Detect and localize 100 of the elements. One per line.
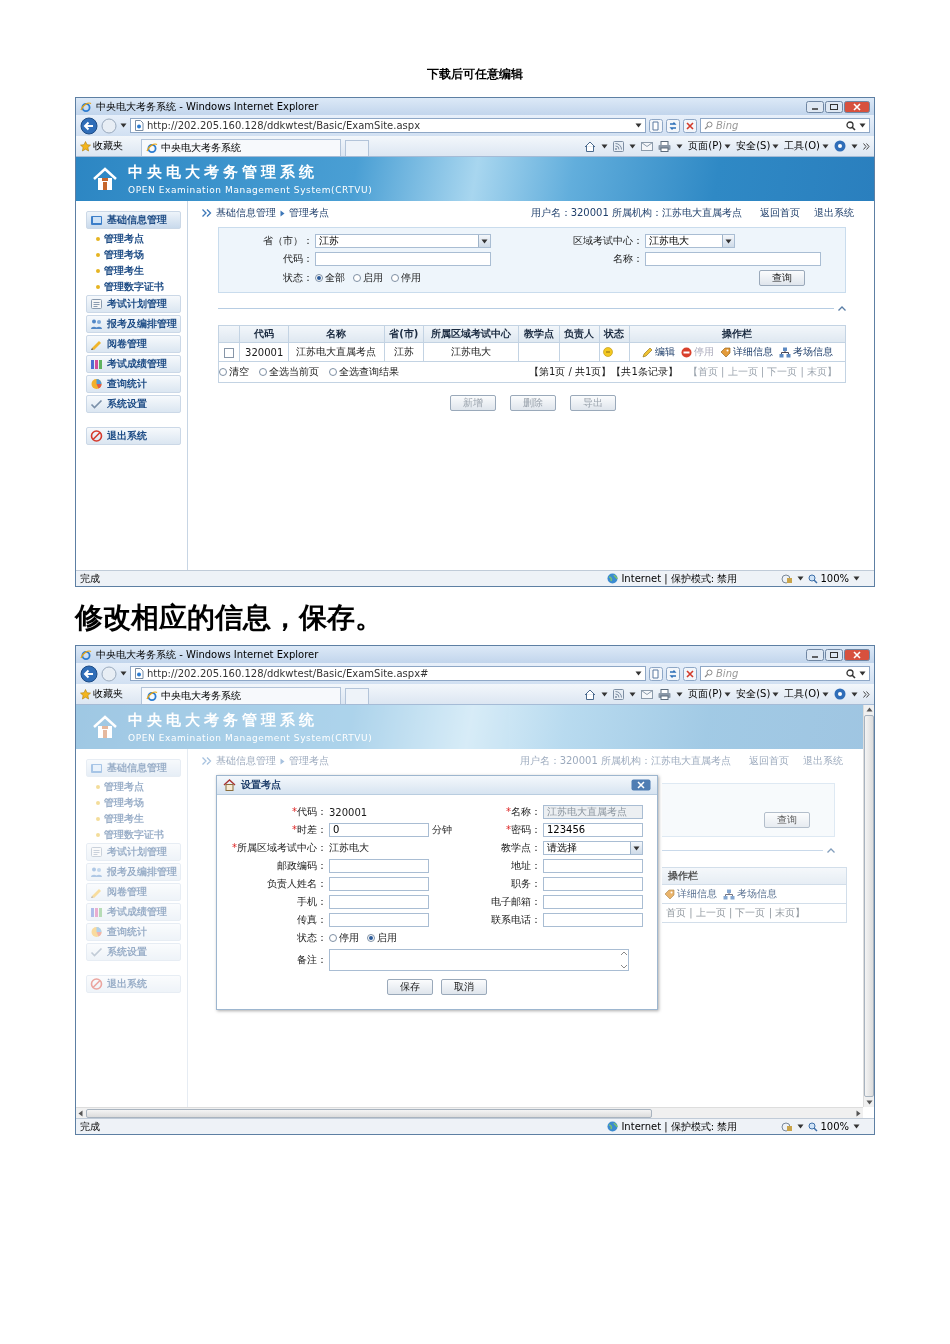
- action-link[interactable]: 编辑: [641, 345, 675, 359]
- caret-icon[interactable]: [629, 143, 637, 149]
- input-field[interactable]: [329, 859, 429, 873]
- printer-icon[interactable]: [658, 140, 672, 152]
- caret-icon[interactable]: [601, 143, 609, 149]
- radio-button[interactable]: 启用: [367, 931, 397, 945]
- maximize-button[interactable]: [825, 648, 843, 661]
- favorites-button[interactable]: 收藏夹: [80, 139, 123, 153]
- caret-icon[interactable]: [635, 123, 642, 128]
- zoom-button[interactable]: 100%: [808, 573, 849, 584]
- stop-icon[interactable]: [683, 118, 697, 133]
- caret-icon[interactable]: [797, 576, 805, 581]
- caret-icon[interactable]: [853, 1124, 860, 1129]
- sidebar-item[interactable]: 管理考生: [104, 264, 144, 278]
- caret-icon[interactable]: [851, 143, 858, 149]
- vertical-scrollbar[interactable]: [863, 705, 874, 1107]
- caret-icon[interactable]: [601, 691, 609, 697]
- checkbox[interactable]: [224, 347, 234, 358]
- input-field[interactable]: [543, 895, 643, 909]
- radio-button[interactable]: 全部: [315, 271, 345, 285]
- home-icon[interactable]: [584, 140, 597, 152]
- radio-button[interactable]: 全选当前页: [259, 365, 319, 379]
- radio-button[interactable]: 全选查询结果: [329, 365, 399, 379]
- breadcrumb-link[interactable]: 基础信息管理: [216, 206, 276, 220]
- input-field[interactable]: [329, 913, 429, 927]
- home-icon[interactable]: [584, 688, 597, 700]
- menu-button[interactable]: 工具(O): [784, 139, 829, 153]
- printer-icon[interactable]: [658, 688, 672, 700]
- action-link[interactable]: 详细信息: [719, 345, 773, 359]
- dialog-button[interactable]: 取消: [441, 979, 487, 995]
- input-field[interactable]: [315, 252, 491, 266]
- chevron-up-icon[interactable]: [838, 305, 846, 311]
- caret-icon[interactable]: [120, 671, 127, 676]
- action-link[interactable]: 考场信息: [778, 345, 833, 359]
- arrow-down-icon[interactable]: [865, 1100, 873, 1105]
- dropdown[interactable]: 请选择: [543, 841, 643, 855]
- help-icon[interactable]: [834, 688, 846, 700]
- menu-button[interactable]: 安全(S): [736, 687, 780, 701]
- arrow-right-icon[interactable]: [856, 1109, 861, 1117]
- menu-button[interactable]: 安全(S): [736, 139, 780, 153]
- radio-button[interactable]: 启用: [353, 271, 383, 285]
- caret-icon[interactable]: [859, 123, 866, 128]
- mail-icon[interactable]: [641, 141, 654, 151]
- exit-button[interactable]: 退出系统: [86, 427, 181, 445]
- back-button[interactable]: [80, 664, 98, 683]
- sidebar-group[interactable]: 查询统计: [86, 375, 181, 393]
- stop-icon[interactable]: [683, 666, 697, 681]
- sidebar-group[interactable]: 系统设置: [86, 395, 181, 413]
- sidebar-item[interactable]: 管理考场: [104, 248, 144, 262]
- search-icon[interactable]: [846, 120, 856, 131]
- sidebar-group[interactable]: 报考及编排管理: [86, 315, 181, 333]
- sidebar-group[interactable]: 阅卷管理: [86, 335, 181, 353]
- address-bar[interactable]: http://202.205.160.128/ddkwtest/Basic/ExamSite.aspx: [130, 118, 646, 133]
- radio-button[interactable]: 停用: [391, 271, 421, 285]
- close-button[interactable]: [844, 100, 870, 113]
- menu-button[interactable]: 页面(P): [688, 687, 732, 701]
- dropdown[interactable]: 江苏: [315, 234, 491, 248]
- sidebar-item[interactable]: 管理数字证书: [104, 280, 164, 294]
- input-field[interactable]: [543, 877, 643, 891]
- refresh-icon[interactable]: [666, 118, 680, 133]
- menu-button[interactable]: 页面(P): [688, 139, 732, 153]
- input-field[interactable]: [329, 877, 429, 891]
- minimize-button[interactable]: [806, 648, 824, 661]
- caret-icon[interactable]: [859, 671, 866, 676]
- sidebar-group[interactable]: 考试成绩管理: [86, 355, 181, 373]
- sidebar-item[interactable]: 管理考点: [104, 232, 144, 246]
- favorites-button[interactable]: 收藏夹: [80, 687, 123, 701]
- menu-button[interactable]: 工具(O): [784, 687, 829, 701]
- feed-icon[interactable]: [613, 688, 625, 700]
- arrow-up-icon[interactable]: [865, 707, 873, 712]
- header-link[interactable]: 退出系统: [814, 206, 854, 220]
- caret-icon[interactable]: [797, 1124, 805, 1129]
- search-button[interactable]: 查询: [764, 812, 810, 828]
- minimize-button[interactable]: [806, 100, 824, 113]
- input-field[interactable]: [543, 913, 643, 927]
- input-field[interactable]: [543, 859, 643, 873]
- arrow-left-icon[interactable]: [78, 1109, 83, 1117]
- action-link[interactable]: 考场信息: [723, 887, 777, 901]
- chevron-icon[interactable]: [863, 142, 870, 150]
- dropdown[interactable]: 江苏电大: [645, 234, 735, 248]
- back-button[interactable]: [80, 116, 98, 135]
- chevron-up-icon[interactable]: [827, 847, 835, 853]
- caret-icon[interactable]: [629, 691, 637, 697]
- input-field[interactable]: [329, 895, 429, 909]
- close-button[interactable]: [631, 779, 651, 791]
- close-button[interactable]: [844, 648, 870, 661]
- caret-icon[interactable]: [120, 123, 127, 128]
- caret-icon[interactable]: [676, 691, 684, 697]
- zoom-button[interactable]: 100%: [808, 1121, 849, 1132]
- sidebar-group[interactable]: 基础信息管理: [86, 211, 181, 229]
- sidebar-group[interactable]: 考试计划管理: [86, 295, 181, 313]
- refresh-icon[interactable]: [666, 666, 680, 681]
- radio-button[interactable]: 清空: [219, 365, 249, 379]
- address-bar[interactable]: http://202.205.160.128/ddkwtest/Basic/ExamSite.aspx#: [130, 666, 646, 681]
- feed-icon[interactable]: [613, 140, 625, 152]
- browser-tab[interactable]: 中央电大考务系统: [141, 139, 341, 156]
- action-link[interactable]: 详细信息: [664, 887, 717, 901]
- chevron-icon[interactable]: [863, 690, 870, 698]
- search-button[interactable]: 查询: [759, 270, 805, 286]
- help-icon[interactable]: [834, 140, 846, 152]
